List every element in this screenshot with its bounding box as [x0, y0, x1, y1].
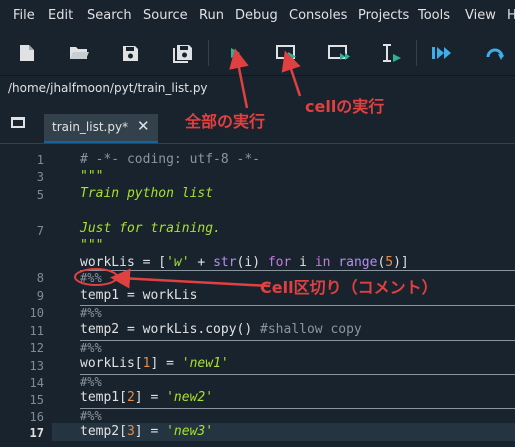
- annotation-cell-divider: Cell区切り（コメント）: [260, 278, 438, 297]
- cell-marker: #%%: [80, 409, 102, 423]
- line-number: 5: [36, 188, 44, 202]
- debug-continue-button[interactable]: [427, 38, 457, 68]
- code-line: """: [80, 169, 104, 184]
- save-button[interactable]: [115, 38, 145, 68]
- file-path-bar: /home/jhalfmoon/pyt/train_list.py: [0, 77, 515, 101]
- code-line: Train python list: [80, 186, 214, 201]
- menu-tools[interactable]: Tools: [418, 8, 450, 23]
- line-number: 12: [29, 341, 44, 355]
- run-cell-icon: [276, 45, 296, 61]
- toolbar-separator: [416, 40, 417, 66]
- run-button[interactable]: [220, 38, 250, 68]
- menu-run[interactable]: Run: [199, 8, 224, 23]
- close-icon[interactable]: ✕: [137, 117, 150, 135]
- line-number: 16: [29, 410, 44, 424]
- line-number: 13: [29, 359, 44, 373]
- cell-divider: [80, 340, 515, 341]
- menu-bar: File Edit Search Source Run Debug Consol…: [0, 0, 515, 30]
- new-file-icon: [20, 45, 34, 61]
- browse-tabs-icon[interactable]: [11, 117, 25, 128]
- menu-view[interactable]: View: [465, 8, 496, 23]
- code-line: workLis[1] = 'new1': [80, 356, 229, 371]
- line-number: 3: [36, 170, 44, 184]
- line-number-current: 17: [29, 426, 44, 440]
- line-number: 14: [29, 376, 44, 390]
- new-file-button[interactable]: [12, 38, 42, 68]
- cell-marker: #%%: [80, 341, 102, 355]
- menu-projects[interactable]: Projects: [358, 8, 409, 23]
- menu-consoles[interactable]: Consoles: [289, 8, 347, 23]
- run-cell-advance-button[interactable]: [325, 38, 355, 68]
- line-number: 15: [29, 393, 44, 407]
- run-cell-button[interactable]: [272, 38, 302, 68]
- menu-edit[interactable]: Edit: [48, 8, 73, 23]
- code-line: temp1 = workLis: [80, 288, 198, 303]
- cell-divider: [80, 305, 515, 306]
- code-line: Just for training.: [80, 221, 221, 236]
- toolbar: [0, 30, 515, 76]
- open-file-button[interactable]: [64, 38, 94, 68]
- line-number: 1: [36, 153, 44, 167]
- code-line: # -*- coding: utf-8 -*-: [80, 152, 261, 167]
- menu-debug[interactable]: Debug: [235, 8, 278, 23]
- debug-button[interactable]: [480, 38, 510, 68]
- line-number: 8: [36, 271, 44, 285]
- cell-marker: #%%: [80, 271, 102, 285]
- cell-marker: #%%: [80, 306, 102, 320]
- menu-source[interactable]: Source: [143, 8, 188, 23]
- tab-label: train_list.py*: [52, 120, 129, 134]
- code-line: temp1[2] = 'new2': [80, 390, 214, 405]
- file-path: /home/jhalfmoon/pyt/train_list.py: [8, 81, 208, 95]
- code-line: temp2 = workLis.copy() #shallow copy: [80, 322, 362, 337]
- tab-train-list[interactable]: train_list.py* ✕: [44, 114, 158, 143]
- debug-icon: [486, 48, 504, 60]
- run-selection-icon: [383, 44, 401, 62]
- run-cell-advance-icon: [328, 45, 350, 60]
- run-icon: [231, 48, 240, 58]
- debug-step-icon: [432, 47, 451, 59]
- save-all-icon: [173, 44, 192, 63]
- save-icon: [122, 45, 138, 61]
- annotation-run-all: 全部の実行: [185, 112, 266, 131]
- cell-divider: [80, 374, 515, 375]
- line-number: 7: [36, 224, 44, 238]
- line-number-gutter: 1 3 5 7 8 9 10 11 12 13 14 15 16 17: [0, 144, 52, 447]
- code-line: temp2[3] = 'new3': [80, 424, 214, 439]
- code-editor[interactable]: 1 3 5 7 8 9 10 11 12 13 14 15 16 17 # -*…: [0, 143, 515, 447]
- run-selection-button[interactable]: [376, 38, 406, 68]
- line-number: 9: [36, 289, 44, 303]
- line-number: 10: [29, 306, 44, 320]
- menu-search[interactable]: Search: [87, 8, 132, 23]
- cell-divider: [80, 270, 515, 271]
- menu-help[interactable]: He: [507, 8, 515, 23]
- line-number: 11: [29, 324, 44, 338]
- save-all-button[interactable]: [168, 38, 198, 68]
- cell-divider: [80, 408, 515, 409]
- code-line: """: [80, 238, 104, 253]
- toolbar-separator: [208, 40, 209, 66]
- code-line: workLis = ['w' + str(i) for i in range(5…: [80, 255, 409, 270]
- menu-file[interactable]: File: [13, 8, 35, 23]
- cell-marker: #%%: [80, 375, 102, 389]
- open-folder-icon: [70, 47, 89, 59]
- annotation-run-cell: cellの実行: [305, 97, 385, 116]
